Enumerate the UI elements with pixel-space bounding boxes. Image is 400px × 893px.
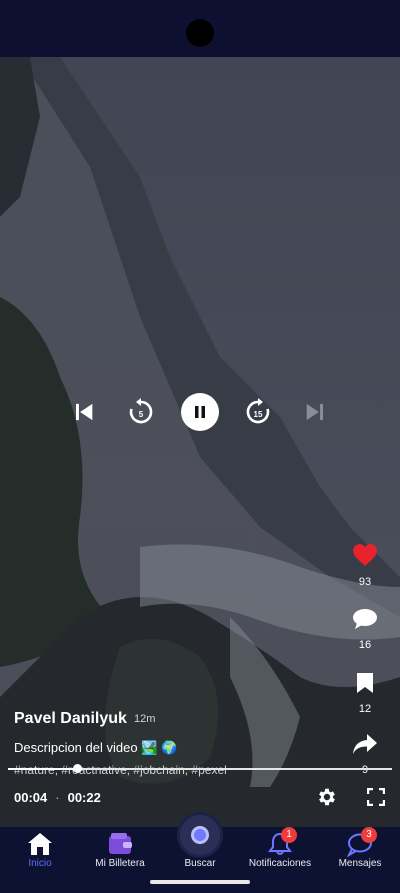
- saves-count: 12: [358, 703, 372, 715]
- pause-icon: [195, 406, 205, 418]
- comments-count: 16: [358, 639, 372, 651]
- comment-action[interactable]: 16: [340, 608, 390, 651]
- search-icon-core: [191, 826, 209, 844]
- skip-next-icon: [306, 403, 323, 421]
- rewind-seconds-label: 5: [139, 410, 144, 419]
- save-action[interactable]: 12: [340, 672, 390, 715]
- previous-button[interactable]: [63, 392, 103, 432]
- comment-icon: [353, 609, 377, 629]
- progress-fill: [8, 768, 78, 770]
- home-icon: [28, 833, 52, 855]
- wallet-icon: [109, 833, 132, 854]
- forward-seconds-label: 15: [254, 410, 263, 419]
- forward-icon: 15: [246, 398, 270, 424]
- nav-item-billetera[interactable]: Mi Billetera: [80, 827, 160, 893]
- post-time: 12m: [134, 713, 156, 725]
- nav-label-billetera: Mi Billetera: [95, 858, 145, 869]
- messages-badge: 3: [361, 827, 377, 843]
- search-icon: [180, 815, 220, 855]
- duration: 00:22: [67, 790, 101, 805]
- status-bar: [0, 0, 400, 57]
- like-action[interactable]: 93: [340, 543, 390, 588]
- camera-cutout: [186, 19, 214, 47]
- rewind-icon: 5: [129, 398, 153, 424]
- shares-count: 9: [361, 764, 369, 776]
- fullscreen-button[interactable]: [366, 787, 386, 807]
- home-indicator: [150, 880, 250, 884]
- nav-label-mensajes: Mensajes: [338, 858, 382, 869]
- likes-count: 93: [358, 576, 372, 588]
- bookmark-icon: [357, 673, 373, 693]
- progress-bar[interactable]: [8, 764, 392, 773]
- share-icon: [353, 734, 377, 754]
- forward-button[interactable]: 15: [238, 392, 278, 432]
- gear-icon: [319, 788, 335, 806]
- pause-button[interactable]: [181, 393, 219, 431]
- settings-button[interactable]: [316, 786, 338, 808]
- nav-item-notificaciones[interactable]: 1 Notificaciones: [240, 827, 320, 893]
- next-button[interactable]: [296, 392, 336, 432]
- current-time: 00:04: [14, 790, 48, 805]
- phone-screen: 5 15 93 16 12 9 Pavel Danilyuk 12m Descr…: [0, 0, 400, 893]
- nav-label-buscar: Buscar: [184, 858, 216, 869]
- nav-label-inicio: Inicio: [28, 858, 52, 869]
- nav-label-notificaciones: Notificaciones: [248, 858, 312, 869]
- author-name[interactable]: Pavel Danilyuk: [14, 710, 127, 728]
- heart-icon: [353, 544, 377, 566]
- notifications-badge: 1: [281, 827, 297, 843]
- time-separator: ·: [55, 790, 60, 805]
- time-display: 00:04 · 00:22: [14, 790, 101, 805]
- fullscreen-icon: [366, 787, 386, 807]
- video-tags[interactable]: #nature, #reactnative, #jobchain, #pexel: [14, 763, 227, 777]
- nav-item-mensajes[interactable]: 3 Mensajes: [320, 827, 400, 893]
- rewind-button[interactable]: 5: [121, 392, 161, 432]
- nav-item-inicio[interactable]: Inicio: [0, 827, 80, 893]
- video-description: Descripcion del video 🏞️ 🌍: [14, 740, 178, 755]
- skip-previous-icon: [76, 403, 93, 421]
